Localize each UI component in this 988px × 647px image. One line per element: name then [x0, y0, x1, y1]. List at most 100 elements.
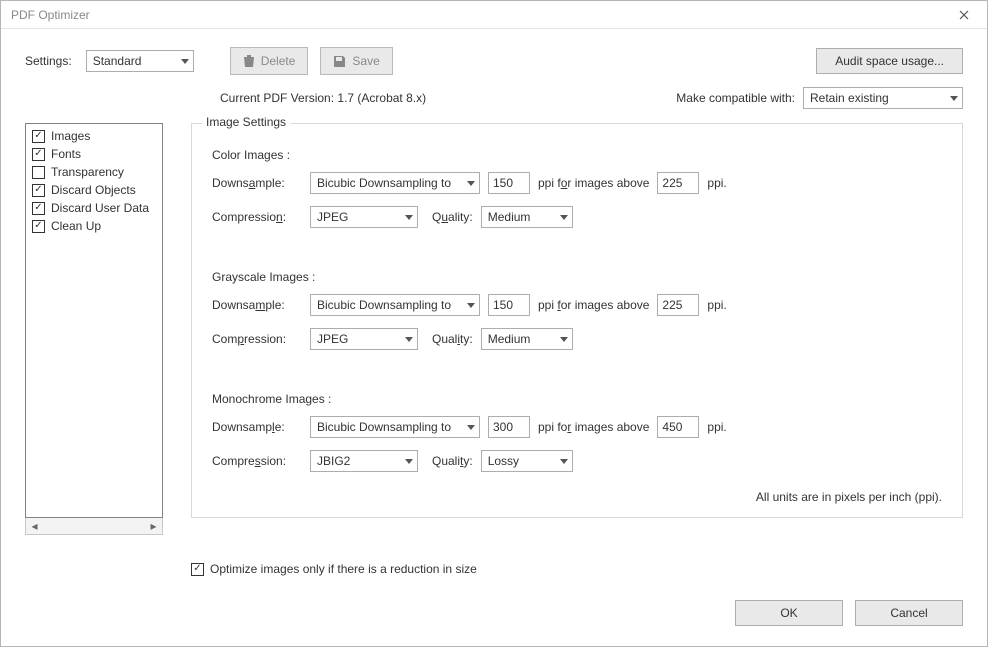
- downsample-label: Downsample:: [212, 420, 302, 434]
- chevron-down-icon: [405, 459, 413, 464]
- delete-label: Delete: [261, 54, 296, 68]
- checkbox-icon[interactable]: ✓: [32, 184, 45, 197]
- sidebar-item-label: Discard Objects: [51, 182, 136, 198]
- sidebar-wrapper: ✓ Images ✓ Fonts Transparency ✓ Discard …: [25, 123, 163, 535]
- sidebar-item-discard-user-data[interactable]: ✓ Discard User Data: [30, 199, 158, 217]
- chevron-down-icon: [467, 303, 475, 308]
- monochrome-compression-select[interactable]: JBIG2: [310, 450, 418, 472]
- monochrome-ppi-input[interactable]: 300: [488, 416, 530, 438]
- save-icon: [333, 55, 346, 68]
- checkbox-icon[interactable]: ✓: [32, 148, 45, 161]
- cancel-label: Cancel: [890, 606, 927, 620]
- category-list: ✓ Images ✓ Fonts Transparency ✓ Discard …: [25, 123, 163, 518]
- color-downsample-select[interactable]: Bicubic Downsampling to: [310, 172, 480, 194]
- settings-value: Standard: [93, 54, 177, 68]
- compression-label: Compression:: [212, 210, 302, 224]
- ppi-suffix: ppi.: [707, 420, 726, 434]
- scroll-left-icon[interactable]: ◂: [26, 518, 43, 534]
- downsample-label: Downsample:: [212, 176, 302, 190]
- chevron-down-icon: [405, 337, 413, 342]
- chevron-down-icon: [560, 215, 568, 220]
- monochrome-downsample-row: Downsample: Bicubic Downsampling to 300 …: [212, 416, 942, 438]
- audit-space-button[interactable]: Audit space usage...: [816, 48, 963, 74]
- chevron-down-icon: [405, 215, 413, 220]
- grayscale-ppi-input[interactable]: 150: [488, 294, 530, 316]
- chevron-down-icon: [950, 96, 958, 101]
- ppi-above-label: ppi for images above: [538, 420, 649, 434]
- save-button[interactable]: Save: [320, 47, 392, 75]
- close-button[interactable]: [941, 1, 987, 28]
- compression-label: Compression:: [212, 332, 302, 346]
- delete-button[interactable]: Delete: [230, 47, 309, 75]
- grayscale-above-input[interactable]: 225: [657, 294, 699, 316]
- downsample-label: Downsample:: [212, 298, 302, 312]
- color-quality-select[interactable]: Medium: [481, 206, 573, 228]
- dialog-buttons: OK Cancel: [1, 576, 987, 646]
- fieldset-legend: Image Settings: [202, 115, 290, 129]
- color-ppi-input[interactable]: 150: [488, 172, 530, 194]
- sidebar-item-discard-objects[interactable]: ✓ Discard Objects: [30, 181, 158, 199]
- compat-dropdown[interactable]: Retain existing: [803, 87, 963, 109]
- sidebar-item-label: Transparency: [51, 164, 124, 180]
- title-bar: PDF Optimizer: [1, 1, 987, 29]
- sidebar-item-label: Fonts: [51, 146, 81, 162]
- sidebar-item-label: Images: [51, 128, 90, 144]
- ppi-suffix: ppi.: [707, 176, 726, 190]
- quality-label: Quality:: [432, 210, 473, 224]
- toolbar: Settings: Standard Delete Save Audit spa…: [1, 29, 987, 81]
- units-note: All units are in pixels per inch (ppi).: [212, 490, 942, 504]
- settings-dropdown[interactable]: Standard: [86, 50, 194, 72]
- compat-label: Make compatible with:: [676, 91, 795, 105]
- ppi-above-label: ppi for images above: [538, 176, 649, 190]
- monochrome-images-heading: Monochrome Images :: [212, 392, 942, 406]
- grayscale-downsample-select[interactable]: Bicubic Downsampling to: [310, 294, 480, 316]
- checkbox-icon[interactable]: ✓: [191, 563, 204, 576]
- monochrome-compression-row: Compression: JBIG2 Quality: Lossy: [212, 450, 942, 472]
- body: ✓ Images ✓ Fonts Transparency ✓ Discard …: [1, 123, 987, 552]
- save-label: Save: [352, 54, 379, 68]
- close-icon: [959, 10, 969, 20]
- window-title: PDF Optimizer: [11, 8, 90, 22]
- optimize-only-if-reduction[interactable]: ✓ Optimize images only if there is a red…: [191, 562, 987, 576]
- checkbox-icon[interactable]: [32, 166, 45, 179]
- sidebar-item-label: Discard User Data: [51, 200, 149, 216]
- cancel-button[interactable]: Cancel: [855, 600, 963, 626]
- ppi-above-label: ppi for images above: [538, 298, 649, 312]
- monochrome-quality-select[interactable]: Lossy: [481, 450, 573, 472]
- sidebar-item-fonts[interactable]: ✓ Fonts: [30, 145, 158, 163]
- trash-icon: [243, 54, 255, 68]
- quality-label: Quality:: [432, 332, 473, 346]
- grayscale-quality-select[interactable]: Medium: [481, 328, 573, 350]
- grayscale-compression-select[interactable]: JPEG: [310, 328, 418, 350]
- sidebar-item-label: Clean Up: [51, 218, 101, 234]
- current-version-label: Current PDF Version: 1.7 (Acrobat 8.x): [220, 91, 426, 105]
- monochrome-downsample-select[interactable]: Bicubic Downsampling to: [310, 416, 480, 438]
- sidebar-scrollbar[interactable]: ◂ ▸: [25, 518, 163, 535]
- checkbox-icon[interactable]: ✓: [32, 220, 45, 233]
- checkbox-icon[interactable]: ✓: [32, 202, 45, 215]
- image-settings-fieldset: Image Settings Color Images : Downsample…: [191, 123, 963, 518]
- grayscale-images-heading: Grayscale Images :: [212, 270, 942, 284]
- monochrome-above-input[interactable]: 450: [657, 416, 699, 438]
- sidebar-item-clean-up[interactable]: ✓ Clean Up: [30, 217, 158, 235]
- ok-label: OK: [780, 606, 797, 620]
- scroll-right-icon[interactable]: ▸: [145, 518, 162, 534]
- checkbox-icon[interactable]: ✓: [32, 130, 45, 143]
- compat-value: Retain existing: [810, 91, 946, 105]
- color-compression-row: Compression: JPEG Quality: Medium: [212, 206, 942, 228]
- version-row: Current PDF Version: 1.7 (Acrobat 8.x) M…: [1, 81, 987, 123]
- grayscale-compression-row: Compression: JPEG Quality: Medium: [212, 328, 942, 350]
- color-compression-select[interactable]: JPEG: [310, 206, 418, 228]
- chevron-down-icon: [467, 425, 475, 430]
- ok-button[interactable]: OK: [735, 600, 843, 626]
- grayscale-downsample-row: Downsample: Bicubic Downsampling to 150 …: [212, 294, 942, 316]
- ppi-suffix: ppi.: [707, 298, 726, 312]
- optimize-label: Optimize images only if there is a reduc…: [210, 562, 477, 576]
- pdf-optimizer-window: PDF Optimizer Settings: Standard Delete …: [0, 0, 988, 647]
- sidebar-item-images[interactable]: ✓ Images: [30, 127, 158, 145]
- chevron-down-icon: [181, 59, 189, 64]
- chevron-down-icon: [467, 181, 475, 186]
- color-above-input[interactable]: 225: [657, 172, 699, 194]
- chevron-down-icon: [560, 337, 568, 342]
- sidebar-item-transparency[interactable]: Transparency: [30, 163, 158, 181]
